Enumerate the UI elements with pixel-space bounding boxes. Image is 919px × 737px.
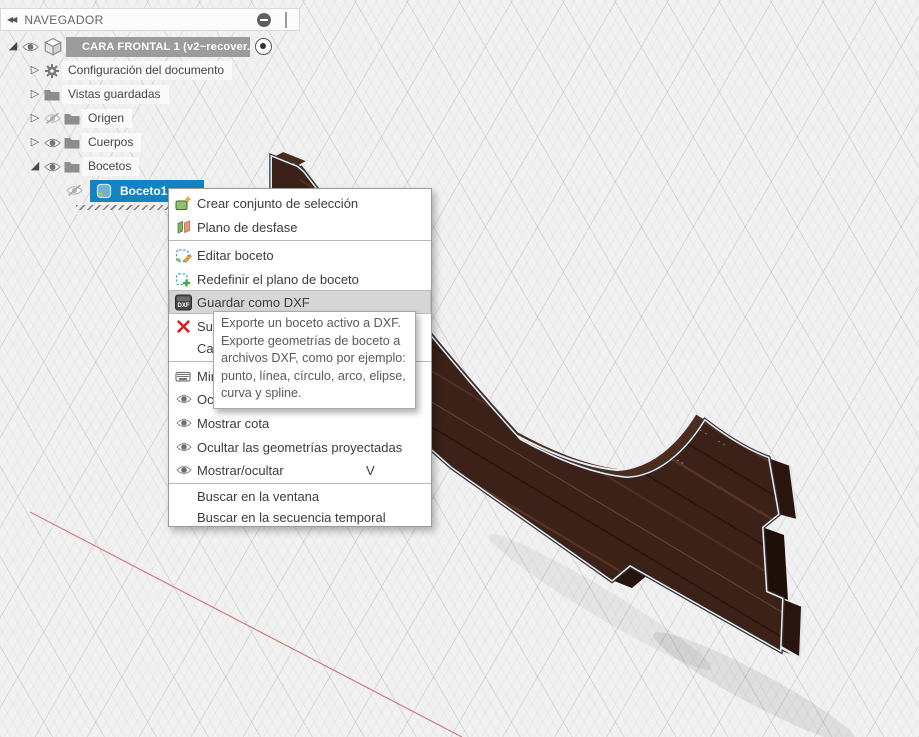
menu-item-crear-conjunto[interactable]: Crear conjunto de selección xyxy=(169,191,431,215)
dxf-tooltip: Exporte un boceto activo a DXF. Exporte … xyxy=(213,311,416,409)
collapsed-triangle-icon[interactable]: ▷ xyxy=(28,113,42,124)
collapsed-triangle-icon[interactable]: ▷ xyxy=(28,137,42,148)
tree-row-cuerpos[interactable]: ▷ Cuerpos xyxy=(28,131,142,154)
menu-item-plano-desfase[interactable]: Plano de desfase xyxy=(169,215,431,239)
menu-item-label: Ocultar las geometrías proyectadas xyxy=(197,439,403,455)
eye-icon xyxy=(175,391,192,408)
eye-visible-icon[interactable] xyxy=(42,137,62,149)
folder-icon xyxy=(42,88,62,101)
selection-set-icon xyxy=(175,195,192,212)
expand-triangle-icon[interactable]: ◢ xyxy=(6,41,20,52)
tooltip-line: Exporte geometrías de boceto a xyxy=(221,333,401,348)
navigator-collapse-icon[interactable]: ◀◀ xyxy=(7,15,17,24)
menu-item-label: Mostrar cota xyxy=(197,415,270,431)
expand-triangle-icon[interactable]: ◢ xyxy=(28,161,42,172)
bocetos-active-hatch xyxy=(76,205,172,210)
menu-separator xyxy=(169,240,431,241)
eye-visible-icon[interactable] xyxy=(42,161,62,173)
menu-item-editar-boceto[interactable]: Editar boceto xyxy=(169,243,431,267)
menu-item-label: Buscar en la ventana xyxy=(197,489,320,504)
tree-item-label: Bocetos xyxy=(82,157,140,176)
dxf-icon: DXF xyxy=(175,294,192,311)
delete-icon xyxy=(175,318,192,335)
tooltip-line: Exporte un boceto activo a DXF. xyxy=(221,316,401,330)
tree-row-configuracion[interactable]: ▷ Configuración del documento xyxy=(28,59,233,82)
tooltip-line: punto, línea, círculo, arco, elipse, xyxy=(221,368,406,383)
root-document-label[interactable]: CARA FRONTAL 1 (v2~recover... xyxy=(66,36,250,57)
folder-icon xyxy=(62,160,82,173)
tree-row-vistas-guardadas[interactable]: ▷ Vistas guardadas xyxy=(28,83,169,106)
tree-item-label: Origen xyxy=(82,109,133,128)
eye-icon xyxy=(175,415,192,432)
redefine-sketch-plane-icon xyxy=(175,271,192,288)
svg-text:DXF: DXF xyxy=(178,303,190,309)
viewport-3d xyxy=(29,149,857,737)
offset-plane-icon xyxy=(175,219,192,236)
eye-hidden-icon[interactable] xyxy=(64,184,84,197)
edit-sketch-icon xyxy=(175,247,192,264)
tree-item-label: Vistas guardadas xyxy=(62,85,169,104)
menu-item-label: Redefinir el plano de boceto xyxy=(197,271,359,287)
tooltip-line: curva y spline. xyxy=(221,386,302,400)
menu-shortcut: V xyxy=(366,462,375,478)
tree-row-origen[interactable]: ▷ Origen xyxy=(28,107,133,130)
menu-item-label: Buscar en la secuencia temporal xyxy=(197,510,386,525)
menu-separator xyxy=(169,483,431,484)
folder-icon xyxy=(62,112,82,125)
menu-item-buscar-secuencia[interactable]: Buscar en la secuencia temporal xyxy=(169,507,431,528)
tree-item-label: Boceto1 xyxy=(120,183,168,198)
navigator-title: NAVEGADOR xyxy=(24,12,104,27)
look-at-icon xyxy=(175,368,192,385)
navigator-scroll-handle[interactable] xyxy=(285,12,287,28)
navigator-header: ◀◀ NAVEGADOR xyxy=(0,8,300,31)
menu-item-mostrar-ocultar[interactable]: Mostrar/ocultar V xyxy=(169,458,431,482)
component-cube-icon xyxy=(40,37,66,57)
sketch-icon xyxy=(94,183,114,199)
folder-icon xyxy=(62,136,82,149)
sketch-axis-red xyxy=(29,511,463,737)
collapsed-triangle-icon[interactable]: ▷ xyxy=(28,89,42,100)
menu-item-buscar-ventana[interactable]: Buscar en la ventana xyxy=(169,486,431,507)
tooltip-line: archivos DXF, como por ejemplo: xyxy=(221,351,406,365)
navigator-minimize-icon[interactable] xyxy=(257,13,271,27)
tree-item-label: Cuerpos xyxy=(82,133,142,152)
eye-visible-icon[interactable] xyxy=(20,41,40,53)
eye-hidden-icon[interactable] xyxy=(42,112,62,125)
menu-item-label: Guardar como DXF xyxy=(197,294,310,310)
tree-row-root[interactable]: ◢ CARA FRONTAL 1 (v2~recover... xyxy=(6,35,272,58)
activate-component-radio[interactable] xyxy=(255,38,272,55)
menu-item-label: Plano de desfase xyxy=(197,219,298,235)
collapsed-triangle-icon[interactable]: ▷ xyxy=(28,65,42,76)
menu-item-mostrar-cota[interactable]: Mostrar cota xyxy=(169,411,431,435)
gear-icon xyxy=(42,63,62,79)
tree-row-bocetos[interactable]: ◢ Bocetos xyxy=(28,155,140,178)
eye-icon xyxy=(175,462,192,479)
fusion360-window: { "navigator": { "collapse_glyph": "◀◀",… xyxy=(0,0,919,737)
menu-item-redefinir-plano[interactable]: Redefinir el plano de boceto xyxy=(169,267,431,291)
eye-icon xyxy=(175,439,192,456)
menu-item-label: Crear conjunto de selección xyxy=(197,195,359,211)
tree-item-label: Configuración del documento xyxy=(62,61,233,80)
menu-item-ocultar-geometrias[interactable]: Ocultar las geometrías proyectadas xyxy=(169,435,431,459)
menu-item-label: Mostrar/ocultar xyxy=(197,462,284,478)
menu-item-label: Editar boceto xyxy=(197,247,274,263)
